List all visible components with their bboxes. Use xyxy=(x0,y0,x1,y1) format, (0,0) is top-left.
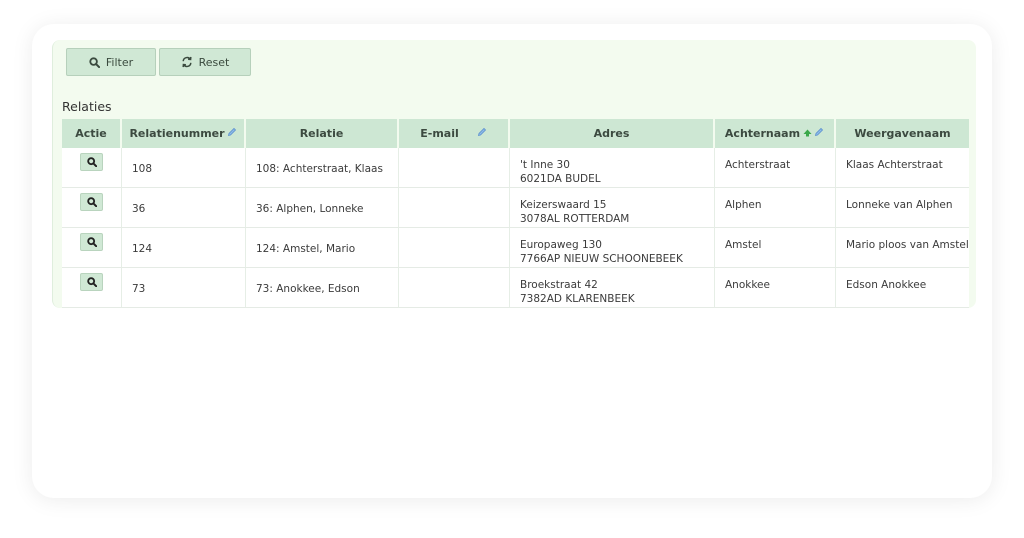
column-header-label: Adres xyxy=(593,127,630,140)
column-header-label: Relatie xyxy=(299,127,344,140)
cell-weergavenaam: Klaas Achterstraat xyxy=(836,148,969,188)
table-body: 108 108: Achterstraat, Klaas 't Inne 30 602… xyxy=(62,148,969,308)
cell-achternaam: Anokkee xyxy=(715,268,836,308)
view-button[interactable] xyxy=(80,153,103,171)
column-header-actie: Actie xyxy=(62,119,122,148)
search-icon xyxy=(86,237,97,247)
cell-weergavenaam: Edson Anokkee xyxy=(836,268,969,308)
column-header-email[interactable]: E-mail xyxy=(399,119,510,148)
column-header-label: E-mail xyxy=(420,126,459,140)
cell-relatie: 108: Achterstraat, Klaas xyxy=(246,148,399,188)
reset-button-label: Reset xyxy=(198,55,230,69)
table-row[interactable]: 108 108: Achterstraat, Klaas 't Inne 30 602… xyxy=(62,148,969,188)
table-row[interactable]: 73 73: Anokkee, Edson Broekstraat 42 7382AD… xyxy=(62,268,969,308)
table-row[interactable]: 124 124: Amstel, Mario Europaweg 130 7766AP… xyxy=(62,228,969,268)
adres-postcode-city: 7766AP NIEUW SCHOONEBEEK xyxy=(520,253,683,265)
pencil-icon[interactable] xyxy=(814,127,824,140)
adres-street: Keizerswaard 15 xyxy=(520,199,607,211)
cell-relatienummer: 73 xyxy=(122,268,246,308)
cell-actie xyxy=(62,148,122,188)
cell-achternaam: Amstel xyxy=(715,228,836,268)
column-header-label: Actie xyxy=(75,127,107,140)
cell-adres: Broekstraat 42 7382AD KLARENBEEK xyxy=(510,268,715,308)
cell-relatie: 36: Alphen, Lonneke xyxy=(246,188,399,228)
search-icon xyxy=(86,197,97,207)
column-header-relatie[interactable]: Relatie xyxy=(246,119,399,148)
cell-relatienummer: 36 xyxy=(122,188,246,228)
relaties-table: Actie Relatienummer Relatie E-mail Adres… xyxy=(62,119,969,308)
column-header-relatienummer[interactable]: Relatienummer xyxy=(122,119,246,148)
sort-ascending-icon[interactable] xyxy=(803,127,812,140)
view-button[interactable] xyxy=(80,233,103,251)
view-button[interactable] xyxy=(80,193,103,211)
search-icon xyxy=(86,157,97,167)
table-header-row: Actie Relatienummer Relatie E-mail Adres… xyxy=(62,119,969,148)
pencil-icon[interactable] xyxy=(227,127,237,140)
column-header-weergavenaam[interactable]: Weergavenaam xyxy=(836,119,969,148)
search-icon xyxy=(89,56,100,68)
adres-postcode-city: 6021DA BUDEL xyxy=(520,173,601,185)
search-icon xyxy=(86,277,97,287)
cell-email xyxy=(399,148,510,188)
refresh-icon xyxy=(181,56,193,68)
pencil-icon[interactable] xyxy=(477,127,487,140)
adres-street: Europaweg 130 xyxy=(520,239,602,251)
adres-postcode-city: 3078AL ROTTERDAM xyxy=(520,213,630,225)
reset-button[interactable]: Reset xyxy=(159,48,251,76)
cell-adres: Keizerswaard 15 3078AL ROTTERDAM xyxy=(510,188,715,228)
cell-actie xyxy=(62,188,122,228)
cell-achternaam: Alphen xyxy=(715,188,836,228)
view-button[interactable] xyxy=(80,273,103,291)
column-header-label: Relatienummer xyxy=(129,126,225,140)
column-header-achternaam[interactable]: Achternaam xyxy=(715,119,836,148)
cell-relatienummer: 124 xyxy=(122,228,246,268)
filter-button-label: Filter xyxy=(105,55,134,69)
filter-button[interactable]: Filter xyxy=(66,48,156,76)
cell-email xyxy=(399,228,510,268)
section-title: Relaties xyxy=(62,99,112,114)
adres-street: 't Inne 30 xyxy=(520,159,570,171)
adres-street: Broekstraat 42 xyxy=(520,279,598,291)
cell-relatie: 73: Anokkee, Edson xyxy=(246,268,399,308)
cell-weergavenaam: Lonneke van Alphen xyxy=(836,188,969,228)
cell-adres: 't Inne 30 6021DA BUDEL xyxy=(510,148,715,188)
adres-postcode-city: 7382AD KLARENBEEK xyxy=(520,293,635,305)
cell-email xyxy=(399,188,510,228)
cell-achternaam: Achterstraat xyxy=(715,148,836,188)
column-header-adres[interactable]: Adres xyxy=(510,119,715,148)
column-header-label: Weergavenaam xyxy=(854,127,951,140)
cell-relatie: 124: Amstel, Mario xyxy=(246,228,399,268)
table-row[interactable]: 36 36: Alphen, Lonneke Keizerswaard 15 3078… xyxy=(62,188,969,228)
cell-actie xyxy=(62,228,122,268)
cell-actie xyxy=(62,268,122,308)
cell-email xyxy=(399,268,510,308)
cell-weergavenaam: Mario ploos van Amstel xyxy=(836,228,969,268)
column-header-label: Achternaam xyxy=(724,126,801,140)
cell-relatienummer: 108 xyxy=(122,148,246,188)
cell-adres: Europaweg 130 7766AP NIEUW SCHOONEBEEK xyxy=(510,228,715,268)
